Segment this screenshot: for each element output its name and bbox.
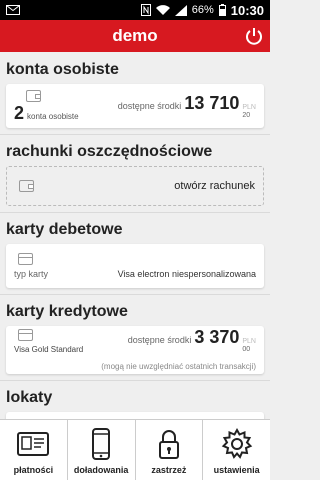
section-title-credit-cards: karty kredytowe	[0, 294, 270, 326]
cents-value: 20	[242, 111, 251, 119]
nav-block-label: zastrzeż	[151, 465, 187, 475]
credit-balance: dostępne środki 3 370 PLN 00	[128, 327, 256, 354]
wallet-icon	[26, 90, 41, 102]
nav-block[interactable]: zastrzeż	[136, 420, 204, 480]
accounts-count-number: 2	[14, 103, 25, 123]
accounts-balance: dostępne środki 13 710 PLN 20	[118, 93, 256, 120]
credit-balance-note: (mogą nie uwzględniać ostatnich transakc…	[101, 361, 256, 371]
accounts-count-label: konta osobiste	[27, 112, 79, 121]
currency-label: PLN	[242, 103, 256, 111]
gear-icon	[221, 427, 252, 459]
balance-label: dostępne środki	[117, 100, 182, 111]
bottom-navigation: płatności doładowania zastrzeż ustawieni…	[0, 419, 270, 480]
cents-value: 00	[242, 345, 251, 353]
dashboard-content: konta osobiste 2 konta osobiste dostępne…	[0, 52, 270, 452]
credit-balance-amount: 3 370	[194, 326, 240, 347]
section-title-deposits: lokaty	[0, 380, 270, 412]
credit-card-item[interactable]: Visa Gold Standard dostępne środki 3 370…	[6, 326, 264, 374]
battery-icon	[218, 4, 226, 16]
nfc-icon	[140, 4, 151, 16]
debit-card-item[interactable]: typ karty Visa electron niespersonalizow…	[6, 244, 264, 288]
open-account-label: otwórz rachunek	[174, 180, 255, 192]
credit-balance-label: dostępne środki	[127, 334, 192, 345]
currency-label: PLN	[242, 337, 256, 345]
credit-card-name: Visa Gold Standard	[14, 344, 84, 354]
nav-payments-label: płatności	[13, 465, 54, 475]
logout-power-icon[interactable]	[244, 26, 264, 46]
card-icon	[18, 328, 33, 341]
card-type-value: Visa electron niespersonalizowana	[117, 269, 256, 279]
card-type-label: typ karty	[14, 269, 49, 279]
wallet-icon	[19, 180, 34, 192]
section-title-debit-cards: karty debetowe	[0, 212, 270, 244]
battery-percent: 66%	[191, 4, 214, 16]
mail-icon	[6, 5, 20, 15]
lock-icon	[158, 430, 179, 459]
phone-icon	[92, 428, 111, 460]
nav-topup[interactable]: doładowania	[68, 420, 136, 480]
balance-cents: PLN 20	[242, 104, 256, 120]
app-bar: demo	[0, 20, 270, 52]
status-bar: 66% 10:30	[0, 0, 270, 20]
nav-settings-label: ustawienia	[213, 465, 260, 475]
app-title: demo	[112, 26, 158, 45]
balance-amount: 13 710	[184, 92, 240, 113]
nav-topup-label: doładowania	[73, 465, 129, 475]
personal-accounts-card[interactable]: 2 konta osobiste dostępne środki 13 710 …	[6, 84, 264, 128]
section-title-personal-accounts: konta osobiste	[6, 61, 119, 78]
card-icon	[18, 253, 33, 265]
section-title-savings: rachunki oszczędnościowe	[0, 134, 270, 166]
signal-icon	[174, 4, 187, 16]
open-savings-account-button[interactable]: otwórz rachunek	[6, 166, 264, 206]
credit-balance-cents: PLN 00	[242, 338, 256, 354]
wifi-icon	[155, 4, 170, 15]
nav-settings[interactable]: ustawienia	[203, 420, 270, 480]
clock: 10:30	[230, 2, 264, 18]
accounts-count: 2 konta osobiste	[14, 90, 79, 122]
nav-payments[interactable]: płatności	[0, 420, 68, 480]
payment-card-icon	[17, 432, 50, 456]
